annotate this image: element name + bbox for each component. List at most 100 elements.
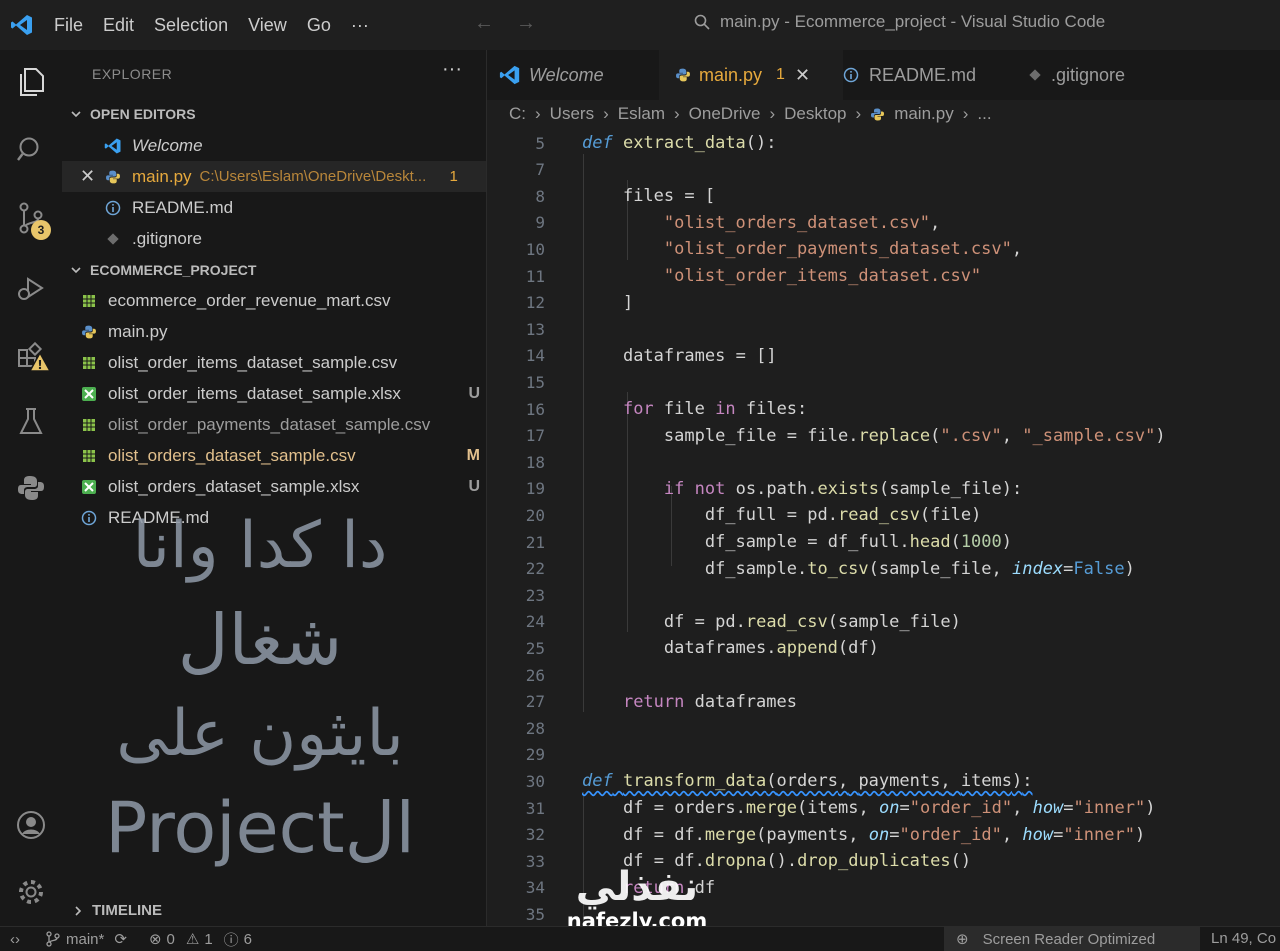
line-number: 29 <box>525 745 545 765</box>
file-row[interactable]: olist_order_payments_dataset_sample.csv <box>62 409 486 440</box>
tab-welcome[interactable]: Welcome <box>487 50 659 100</box>
code-line[interactable]: 9 "olist_orders_dataset.csv", <box>487 210 1280 236</box>
code-line[interactable]: 33 df = df.dropna().drop_duplicates() <box>487 848 1280 874</box>
remote-icon[interactable]: ‹› <box>10 931 20 948</box>
tab-readme[interactable]: README.md <box>827 50 1013 100</box>
code-line[interactable]: 13 <box>487 316 1280 342</box>
menu-edit[interactable]: Edit <box>103 15 134 36</box>
line-number: 12 <box>525 293 545 313</box>
tab-gitignore[interactable]: .gitignore <box>1017 50 1189 100</box>
breadcrumb-item[interactable]: ... <box>977 104 991 124</box>
search-icon[interactable] <box>11 130 51 170</box>
git-file-icon <box>104 232 122 245</box>
vscode-tab-icon <box>104 137 122 155</box>
menu-go[interactable]: Go <box>307 15 331 36</box>
breadcrumb-item[interactable]: OneDrive <box>689 104 761 124</box>
open-editor-gitignore[interactable]: .gitignore <box>62 223 486 254</box>
code-line[interactable]: 17 sample_file = file.replace(".csv", "_… <box>487 423 1280 449</box>
code-line[interactable]: 32 df = df.merge(payments, on="order_id"… <box>487 822 1280 848</box>
code-line[interactable]: 10 "olist_order_payments_dataset.csv", <box>487 236 1280 262</box>
menu-more[interactable]: ··· <box>351 15 369 36</box>
command-center-search[interactable]: main.py - Ecommerce_project - Visual Stu… <box>694 12 1105 32</box>
run-debug-icon[interactable] <box>11 268 51 308</box>
open-editors-header[interactable]: OPEN EDITORS <box>70 106 196 122</box>
problems-indicator[interactable]: ⊗ 0 ⚠ 1 ⓘ 6 <box>149 929 252 950</box>
activity-bar: 3 ! <box>0 50 62 926</box>
open-editor-main-py[interactable]: ✕ main.py C:\Users\Eslam\OneDrive\Deskt.… <box>62 161 486 192</box>
explorer-files-icon[interactable] <box>11 62 51 102</box>
code-line[interactable]: 15 <box>487 369 1280 395</box>
open-editor-welcome[interactable]: Welcome <box>62 130 486 161</box>
code-line[interactable]: 19 if not os.path.exists(sample_file): <box>487 476 1280 502</box>
code-text: df = df.dropna().drop_duplicates() <box>622 851 972 872</box>
timeline-header[interactable]: TIMELINE <box>72 902 162 919</box>
forward-arrow-icon[interactable]: → <box>516 12 536 35</box>
branch-indicator[interactable]: main* <box>46 931 104 948</box>
breadcrumb-item[interactable]: main.py <box>894 104 954 124</box>
code-line[interactable]: 14 dataframes = [] <box>487 343 1280 369</box>
close-icon[interactable]: ✕ <box>795 65 810 86</box>
code-line[interactable]: 7 <box>487 157 1280 183</box>
file-row[interactable]: ecommerce_order_revenue_mart.csv <box>62 285 486 316</box>
code-line[interactable]: 11 "olist_order_items_dataset.csv" <box>487 263 1280 289</box>
open-editor-readme[interactable]: README.md <box>62 192 486 223</box>
file-row[interactable]: olist_orders_dataset_sample.csv M <box>62 440 486 471</box>
screen-reader-status[interactable]: ⊕ Screen Reader Optimized <box>944 927 1200 951</box>
python-file-icon <box>870 107 885 122</box>
window-title: main.py - Ecommerce_project - Visual Stu… <box>720 12 1106 31</box>
file-row[interactable]: main.py <box>62 316 486 347</box>
code-line[interactable]: 31 df = orders.merge(items, on="order_id… <box>487 795 1280 821</box>
code-line[interactable]: 28 <box>487 715 1280 741</box>
code-editor[interactable]: 5 def extract_data(): 7 8 files = [9 "olist… <box>487 130 1280 926</box>
code-line[interactable]: 22 df_sample.to_csv(sample_file, index=F… <box>487 556 1280 582</box>
settings-gear-icon[interactable] <box>11 872 51 912</box>
file-row[interactable]: README.md <box>62 502 486 533</box>
code-line[interactable]: 34 return df <box>487 875 1280 901</box>
account-icon[interactable] <box>11 805 51 845</box>
sync-icon[interactable]: ⟳ <box>114 930 127 948</box>
code-line[interactable]: 25 dataframes.append(df) <box>487 635 1280 661</box>
tab-main-py[interactable]: main.py 1 ✕ <box>659 50 843 100</box>
info-icon <box>843 67 859 83</box>
code-line[interactable]: 5 def extract_data(): <box>487 130 1280 156</box>
line-number: 22 <box>525 559 545 579</box>
testing-flask-icon[interactable] <box>11 402 51 442</box>
code-line[interactable]: 21 df_sample = df_full.head(1000) <box>487 529 1280 555</box>
code-line[interactable]: 18 <box>487 449 1280 475</box>
cursor-position[interactable]: Ln 49, Co <box>1211 930 1276 947</box>
file-row[interactable]: olist_order_items_dataset_sample.csv <box>62 347 486 378</box>
line-number: 25 <box>525 638 545 658</box>
code-line[interactable]: 20 df_full = pd.read_csv(file) <box>487 502 1280 528</box>
breadcrumb-item[interactable]: Users <box>550 104 594 124</box>
source-control-badge: 3 <box>31 220 51 240</box>
code-line[interactable]: 35 <box>487 901 1280 927</box>
code-line[interactable]: 29 <box>487 742 1280 768</box>
more-actions-icon[interactable]: ··· <box>442 58 462 81</box>
menu-selection[interactable]: Selection <box>154 15 228 36</box>
code-line[interactable]: 8 files = [ <box>487 183 1280 209</box>
python-icon[interactable] <box>11 468 51 508</box>
breadcrumb: C: › Users › Eslam › OneDrive › Desktop › mai… <box>509 104 992 124</box>
code-line[interactable]: 12 ] <box>487 290 1280 316</box>
code-line[interactable]: 23 <box>487 582 1280 608</box>
line-number: 9 <box>535 213 545 233</box>
code-line[interactable]: 26 <box>487 662 1280 688</box>
file-row[interactable]: olist_order_items_dataset_sample.xlsx U <box>62 378 486 409</box>
git-file-icon <box>1029 69 1041 81</box>
close-icon[interactable]: ✕ <box>80 166 104 187</box>
project-header[interactable]: ECOMMERCE_PROJECT <box>70 262 256 278</box>
breadcrumb-item[interactable]: Eslam <box>618 104 665 124</box>
title-bar: File Edit Selection View Go ··· ← → main… <box>0 0 1280 50</box>
file-row[interactable]: olist_orders_dataset_sample.xlsx U <box>62 471 486 502</box>
back-arrow-icon[interactable]: ← <box>474 12 494 35</box>
code-line[interactable]: 24 df = pd.read_csv(sample_file) <box>487 609 1280 635</box>
problem-count: 1 <box>449 168 458 185</box>
breadcrumb-item[interactable]: Desktop <box>784 104 846 124</box>
code-line[interactable]: 16 for file in files: <box>487 396 1280 422</box>
code-line[interactable]: 27 return dataframes <box>487 689 1280 715</box>
excel-file-icon <box>80 386 98 402</box>
menu-file[interactable]: File <box>54 15 83 36</box>
menu-view[interactable]: View <box>248 15 287 36</box>
code-line[interactable]: 30 def transform_data(orders, payments, i… <box>487 768 1280 794</box>
breadcrumb-item[interactable]: C: <box>509 104 526 124</box>
